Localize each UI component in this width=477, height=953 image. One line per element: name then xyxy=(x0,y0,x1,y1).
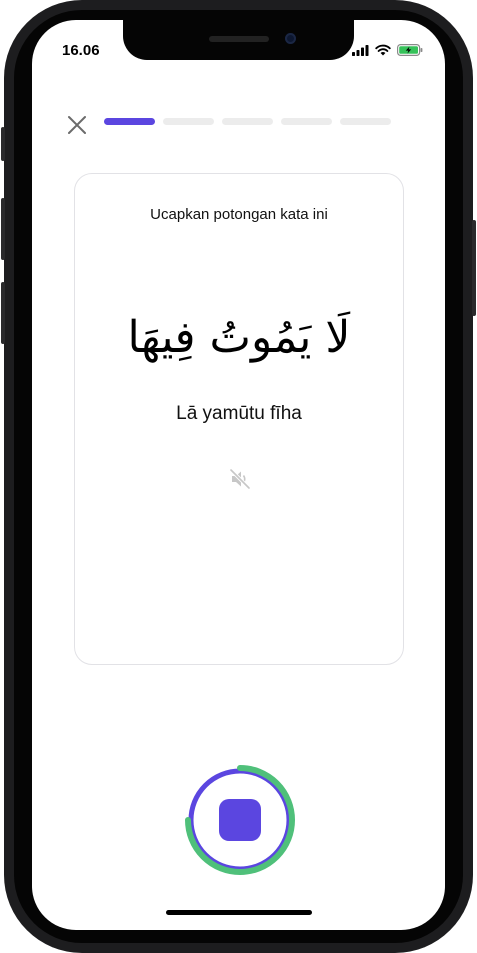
earpiece-speaker xyxy=(209,36,269,42)
status-time: 16.06 xyxy=(62,42,100,59)
record-button[interactable] xyxy=(184,764,296,876)
progress-segment-3 xyxy=(222,118,273,125)
stop-icon xyxy=(219,799,261,841)
status-icons xyxy=(352,44,423,56)
progress-segment-1 xyxy=(104,118,155,125)
audio-mute-button[interactable] xyxy=(225,464,255,494)
close-icon xyxy=(68,116,86,134)
volume-down-button xyxy=(1,282,5,344)
instruction-text: Ucapkan potongan kata ini xyxy=(150,206,328,223)
progress-bar xyxy=(104,118,391,125)
close-button[interactable] xyxy=(62,110,92,140)
notch xyxy=(123,20,354,60)
transliteration-text: Lā yamūtu fīha xyxy=(176,403,302,424)
battery-charging-icon xyxy=(397,44,423,56)
progress-segment-5 xyxy=(340,118,391,125)
wifi-icon xyxy=(375,44,391,56)
speaker-muted-icon xyxy=(229,468,251,490)
home-indicator xyxy=(166,910,312,915)
app-screen: 16.06 Ucapkan potongan kata ini لَا يَمُ… xyxy=(32,20,445,930)
power-button xyxy=(472,220,476,316)
signal-icon xyxy=(352,44,369,56)
front-camera xyxy=(285,33,296,44)
arabic-phrase: لَا يَمُوتُ فِيهَا xyxy=(127,312,351,363)
phrase-card: Ucapkan potongan kata ini لَا يَمُوتُ فِ… xyxy=(74,173,404,665)
silent-switch xyxy=(1,127,5,161)
progress-segment-2 xyxy=(163,118,214,125)
progress-segment-4 xyxy=(281,118,332,125)
volume-up-button xyxy=(1,198,5,260)
